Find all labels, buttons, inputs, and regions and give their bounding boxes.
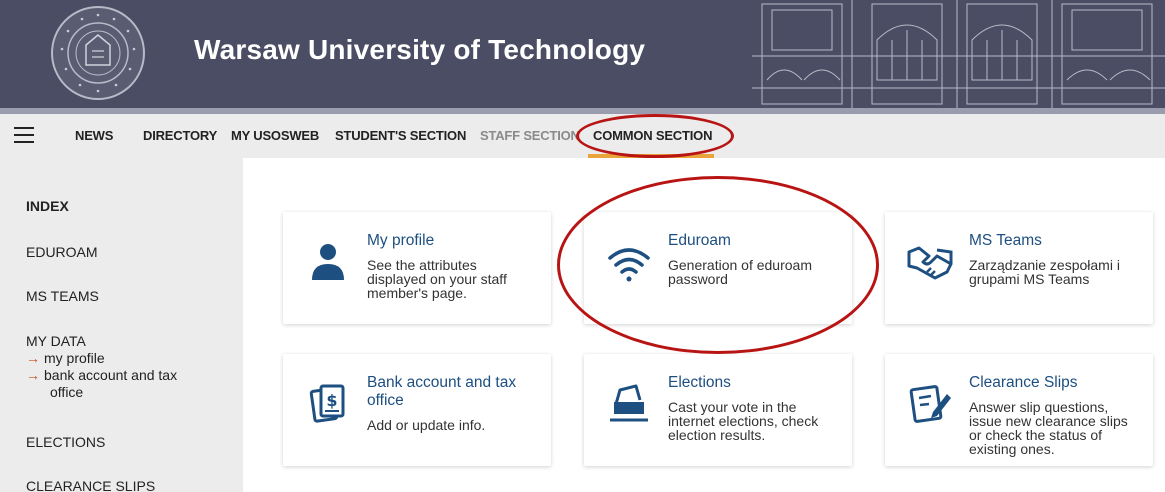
sidebar: INDEX EDUROAM MS TEAMS MY DATA → my profi… (0, 158, 243, 492)
nav-news[interactable]: NEWS (75, 128, 113, 143)
card-desc-line: internet elections, check (668, 413, 819, 429)
card-eduroam[interactable]: Eduroam Generation of eduroam password (584, 212, 852, 324)
invoice-icon: $ (309, 384, 345, 423)
sidebar-item-my-data[interactable]: MY DATA (26, 333, 86, 349)
card-title-line: office (367, 392, 404, 409)
card-title: Eduroam (668, 232, 731, 249)
card-bank-account[interactable]: $ Bank account and tax office Add or upd… (283, 354, 551, 466)
card-desc-line: Cast your vote in the (668, 399, 797, 415)
card-desc-line: member's page. (367, 285, 467, 301)
building-facade-graphic (752, 0, 1165, 110)
nav-directory[interactable]: DIRECTORY (143, 128, 217, 143)
card-clearance-slips[interactable]: Clearance Slips Answer slip questions, i… (885, 354, 1153, 466)
card-desc-line: displayed on your staff (367, 271, 507, 287)
card-title-line: Bank account and tax (367, 374, 517, 391)
active-tab-indicator (588, 154, 714, 158)
card-desc-line: Generation of eduroam (668, 257, 812, 273)
card-title: My profile (367, 232, 435, 249)
person-icon (312, 244, 344, 280)
arrow-right-icon: → (26, 350, 40, 366)
card-elections[interactable]: Elections Cast your vote in the internet… (584, 354, 852, 466)
sidebar-item-elections[interactable]: ELECTIONS (26, 434, 105, 450)
sidebar-subitem-bank-account[interactable]: → bank account and tax office (26, 367, 177, 401)
card-desc-line: existing ones. (969, 441, 1055, 457)
sidebar-item-clearance-slips[interactable]: CLEARANCE SLIPS (26, 478, 155, 492)
nav-students-section[interactable]: STUDENT'S SECTION (335, 128, 466, 143)
arrow-right-icon: → (26, 367, 40, 383)
hamburger-menu-icon[interactable] (14, 127, 34, 143)
card-my-profile[interactable]: My profile See the attributes displayed … (283, 212, 551, 324)
main-nav: NEWS DIRECTORY MY USOSWEB STUDENT'S SECT… (0, 114, 1165, 158)
card-desc-line: or check the status of (969, 427, 1103, 443)
ballot-box-icon (610, 384, 648, 422)
sidebar-item-eduroam[interactable]: EDUROAM (26, 244, 98, 260)
wifi-icon (608, 248, 650, 282)
sidebar-item-ms-teams[interactable]: MS TEAMS (26, 288, 99, 304)
card-title: Clearance Slips (969, 374, 1078, 391)
handshake-icon (907, 246, 953, 280)
nav-common-section[interactable]: COMMON SECTION (593, 128, 712, 143)
card-desc-line: See the attributes (367, 257, 477, 273)
card-desc-line: issue new clearance slips (969, 413, 1128, 429)
card-desc-line: grupami MS Teams (969, 271, 1090, 287)
signed-document-icon (909, 385, 951, 423)
sidebar-item-index[interactable]: INDEX (26, 198, 69, 214)
card-title: MS Teams (969, 232, 1042, 249)
card-desc-line: election results. (668, 427, 766, 443)
card-desc-line: Add or update info. (367, 417, 486, 433)
header-banner: Warsaw University of Technology (0, 0, 1165, 110)
card-desc-line: password (668, 271, 728, 287)
site-title: Warsaw University of Technology (194, 34, 646, 65)
svg-text:$: $ (326, 391, 337, 410)
card-desc-line: Zarządzanie zespołami i (969, 257, 1120, 273)
card-ms-teams[interactable]: MS Teams Zarządzanie zespołami i grupami… (885, 212, 1153, 324)
nav-staff-section[interactable]: STAFF SECTION (480, 128, 580, 143)
card-title: Elections (668, 374, 731, 391)
university-seal-icon[interactable] (50, 5, 146, 101)
nav-my-usosweb[interactable]: MY USOSWEB (231, 128, 319, 143)
sidebar-subitem-my-profile[interactable]: → my profile (26, 350, 105, 367)
card-desc-line: Answer slip questions, (969, 399, 1109, 415)
